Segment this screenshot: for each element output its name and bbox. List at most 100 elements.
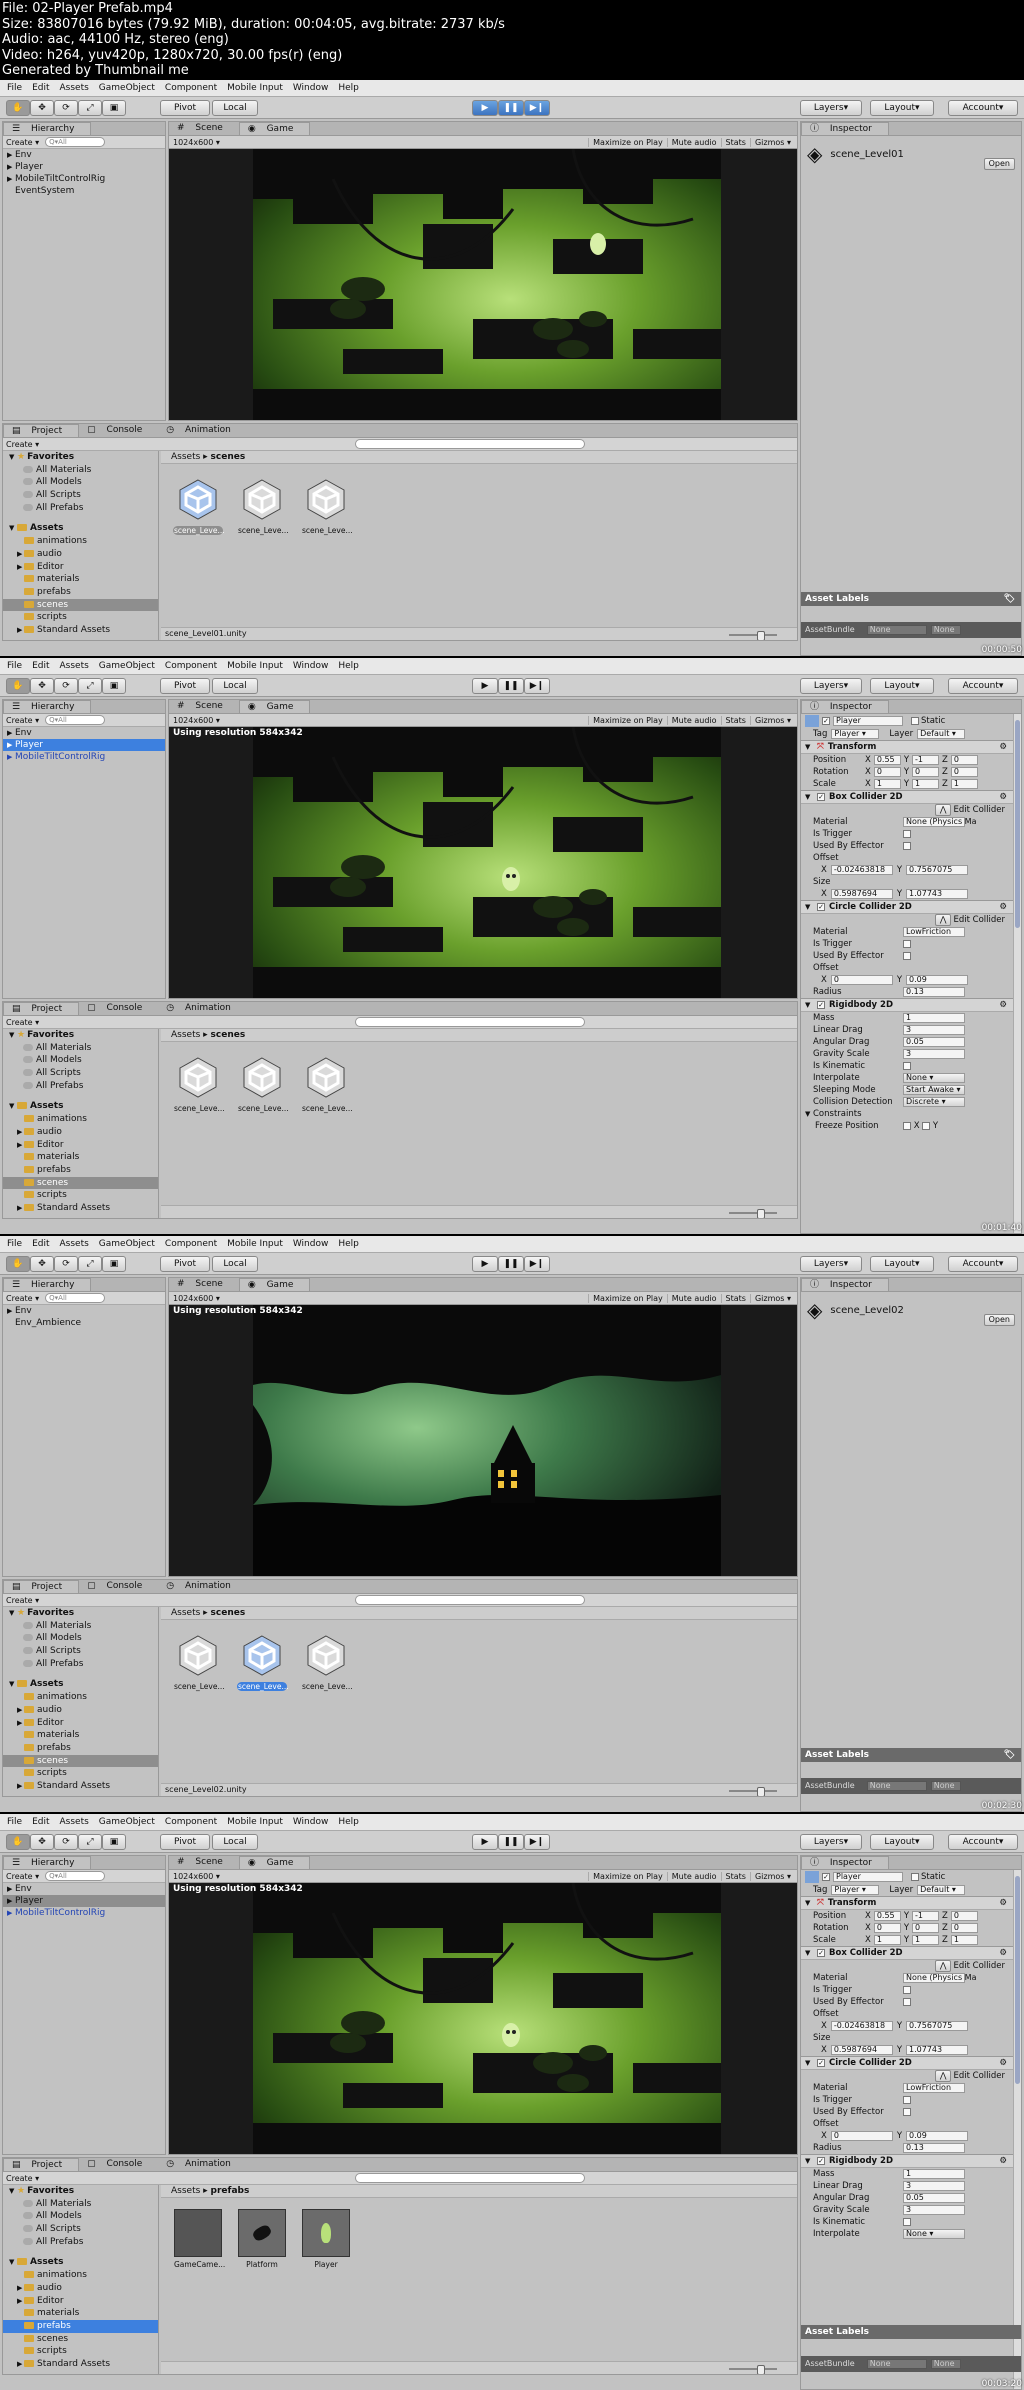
mass-field[interactable]: 1 (903, 1013, 965, 1023)
scale-tool-icon[interactable]: ⤢ (78, 1256, 102, 1272)
layers-dropdown[interactable]: Layers (800, 678, 862, 694)
object-name-field[interactable]: Player (833, 1872, 903, 1882)
component-enabled-checkbox[interactable]: ✓ (817, 1949, 825, 1957)
tab-inspector[interactable]: ⓘ Inspector (801, 1856, 889, 1869)
folder-item[interactable]: ▶ Editor (3, 561, 158, 574)
component-enabled-checkbox[interactable]: ✓ (817, 793, 825, 801)
rotation-y-field[interactable]: 0 (912, 1923, 940, 1933)
expand-arrow-icon[interactable]: ▶ (7, 739, 15, 751)
favorites-item[interactable]: All Prefabs (3, 1658, 158, 1671)
box-size-y-field[interactable]: 1.07743 (906, 889, 969, 899)
resolution-dropdown[interactable]: 1024x600 (169, 716, 220, 725)
resolution-dropdown[interactable]: 1024x600 (169, 1294, 220, 1303)
radius-field[interactable]: 0.13 (903, 2143, 965, 2153)
create-dropdown[interactable]: Create (6, 1294, 39, 1303)
assets-header[interactable]: ▼ Assets (3, 522, 158, 535)
tab-hierarchy[interactable]: ☰ Hierarchy (3, 700, 92, 713)
asset-bundle-dropdown[interactable]: None (866, 1781, 927, 1791)
menu-item[interactable]: Mobile Input (222, 1239, 288, 1249)
hierarchy-item[interactable]: ▶ MobileTiltControlRig (3, 751, 165, 763)
circle-collider-component-header[interactable]: ▼ ✓ Circle Collider 2D ⚙ (801, 2056, 1021, 2070)
tab-scene[interactable]: # Scene (169, 1278, 239, 1291)
create-dropdown[interactable]: Create (6, 716, 39, 725)
step-icon[interactable]: ▶❙ (524, 100, 550, 116)
favorites-item[interactable]: All Models (3, 1054, 158, 1067)
project-search-input[interactable] (355, 1017, 586, 1027)
move-tool-icon[interactable]: ✥ (30, 1834, 54, 1850)
folder-item[interactable]: scripts (3, 1767, 158, 1780)
circle-material-field[interactable]: LowFriction (903, 2083, 965, 2093)
hierarchy-item[interactable]: ▶ Env (3, 149, 165, 161)
thumbnail-size-slider[interactable] (729, 1209, 777, 1218)
box-is-trigger-checkbox[interactable] (903, 1986, 911, 1994)
folder-item[interactable]: scripts (3, 611, 158, 624)
tab-project[interactable]: ▤ Project (3, 1580, 80, 1593)
scale-y-field[interactable]: 1 (912, 779, 940, 789)
circle-offset-y-field[interactable]: 0.09 (906, 2131, 969, 2141)
asset-variant-dropdown[interactable]: None (930, 1781, 961, 1791)
create-dropdown[interactable]: Create (6, 440, 39, 449)
thumbnail-size-slider[interactable] (729, 631, 777, 640)
open-button[interactable]: Open (983, 1314, 1015, 1326)
search-input[interactable]: Q▾All (45, 715, 106, 725)
maximize-on-play-toggle[interactable]: Maximize on Play (588, 1293, 667, 1303)
project-search-input[interactable] (355, 2173, 586, 2183)
rotate-tool-icon[interactable]: ⟳ (54, 1834, 78, 1850)
menu-item[interactable]: Help (333, 1817, 364, 1827)
gear-icon[interactable]: ⚙ (999, 1948, 1007, 1958)
circle-offset-x-field[interactable]: 0 (830, 975, 893, 985)
hand-tool-icon[interactable]: ✋ (6, 1834, 30, 1850)
folder-item[interactable]: materials (3, 1729, 158, 1742)
tab-animation[interactable]: ◷ Animation (158, 2158, 247, 2171)
tab-console[interactable]: ▢ Console (79, 424, 158, 437)
circle-offset-x-field[interactable]: 0 (830, 2131, 893, 2141)
asset-tile[interactable]: scene_Leve... (237, 1630, 289, 1691)
position-z-field[interactable]: 0 (950, 755, 978, 765)
expand-arrow-icon[interactable]: ▶ (7, 727, 15, 739)
box-size-y-field[interactable]: 1.07743 (906, 2045, 969, 2055)
active-checkbox[interactable]: ✓ (822, 717, 830, 725)
menu-item[interactable]: GameObject (94, 661, 160, 671)
stats-toggle[interactable]: Stats (720, 1871, 750, 1881)
tag-icon[interactable]: 🏷 (1004, 592, 1015, 606)
tab-game[interactable]: ◉ Game (238, 1856, 311, 1869)
rotate-tool-icon[interactable]: ⟳ (54, 100, 78, 116)
box-material-field[interactable]: None (Physics Ma (903, 1973, 976, 1983)
stats-toggle[interactable]: Stats (720, 137, 750, 147)
local-button[interactable]: Local (212, 1256, 258, 1272)
radius-field[interactable]: 0.13 (903, 987, 965, 997)
pause-icon[interactable]: ❚❚ (498, 1834, 524, 1850)
static-checkbox[interactable] (911, 717, 919, 725)
menu-item[interactable]: Component (160, 83, 222, 93)
scale-tool-icon[interactable]: ⤢ (78, 1834, 102, 1850)
menu-item[interactable]: Edit (27, 1239, 54, 1249)
menu-item[interactable]: Mobile Input (222, 83, 288, 93)
pause-icon[interactable]: ❚❚ (498, 100, 524, 116)
expand-arrow-icon[interactable]: ▶ (7, 1895, 15, 1907)
hierarchy-item[interactable]: Env_Ambience (3, 1317, 165, 1329)
tag-dropdown[interactable]: Player (831, 729, 880, 739)
asset-variant-dropdown[interactable]: None (930, 2359, 961, 2369)
menu-item[interactable]: Edit (27, 83, 54, 93)
play-icon[interactable]: ▶ (472, 1256, 498, 1272)
pivot-button[interactable]: Pivot (160, 1834, 210, 1850)
account-dropdown[interactable]: Account (948, 100, 1018, 116)
circle-material-field[interactable]: LowFriction (903, 927, 965, 937)
menu-item[interactable]: Window (288, 661, 334, 671)
gear-icon[interactable]: ⚙ (999, 1000, 1007, 1010)
rect-tool-icon[interactable]: ▣ (102, 678, 126, 694)
angular-drag-field[interactable]: 0.05 (903, 1037, 965, 1047)
favorites-item[interactable]: All Materials (3, 1620, 158, 1633)
favorites-item[interactable]: All Scripts (3, 1067, 158, 1080)
interpolate-dropdown[interactable]: None (903, 1073, 965, 1083)
box-material-field[interactable]: None (Physics Ma (903, 817, 976, 827)
step-icon[interactable]: ▶❙ (524, 1256, 550, 1272)
linear-drag-field[interactable]: 3 (903, 1025, 965, 1035)
folder-item[interactable]: ▶ Editor (3, 1717, 158, 1730)
project-search-input[interactable] (355, 439, 586, 449)
gizmos-dropdown[interactable]: Gizmos (749, 1871, 795, 1881)
tab-scene[interactable]: # Scene (169, 122, 239, 135)
gizmos-dropdown[interactable]: Gizmos (749, 1293, 795, 1303)
rect-tool-icon[interactable]: ▣ (102, 1834, 126, 1850)
angular-drag-field[interactable]: 0.05 (903, 2193, 965, 2203)
